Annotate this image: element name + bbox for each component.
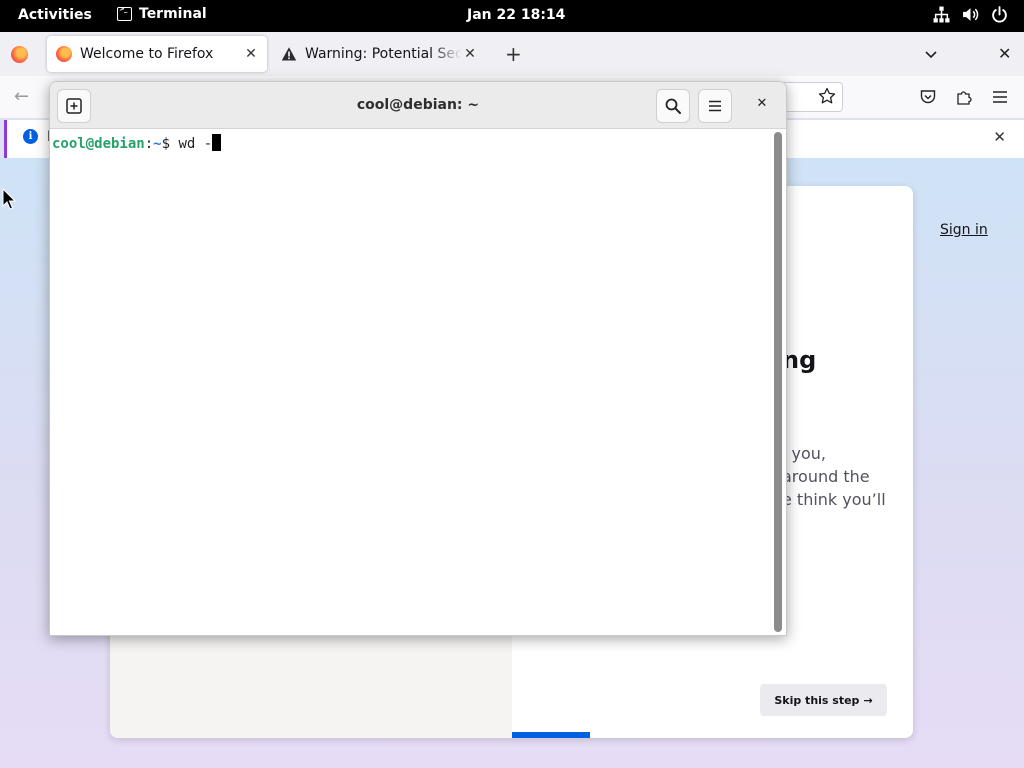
close-icon[interactable]: ✕ bbox=[750, 96, 774, 116]
prompt-symbol: $ bbox=[161, 136, 179, 152]
info-icon: i bbox=[23, 129, 38, 144]
skip-step-button[interactable]: Skip this step → bbox=[760, 684, 887, 716]
app-menu-label: Terminal bbox=[139, 6, 207, 22]
onboarding-body: l you, around the e think you’ll bbox=[782, 442, 913, 511]
body-line: e think you’ll bbox=[782, 490, 886, 509]
main-menu-button[interactable] bbox=[698, 89, 732, 123]
back-arrow-icon[interactable]: ← bbox=[14, 86, 29, 107]
sign-in-link[interactable]: Sign in bbox=[940, 222, 988, 238]
clock[interactable]: Jan 22 18:14 bbox=[467, 7, 565, 23]
volume-icon bbox=[963, 8, 979, 21]
firefox-icon bbox=[56, 46, 72, 62]
tab-bar: Welcome to Firefox ✕ Warning: Potential … bbox=[0, 32, 1024, 76]
activities-button[interactable]: Activities bbox=[18, 7, 92, 23]
tab-title: Welcome to Firefox bbox=[80, 46, 214, 62]
prompt-path: ~ bbox=[153, 136, 162, 152]
text-cursor bbox=[212, 134, 222, 151]
skip-label: Skip this step bbox=[774, 693, 860, 707]
body-line: l you, bbox=[782, 444, 827, 463]
close-window-icon[interactable]: ✕ bbox=[998, 44, 1011, 63]
tab-warning[interactable]: Warning: Potential Security Risk Ahead ✕ bbox=[272, 36, 486, 72]
search-icon bbox=[665, 98, 681, 114]
close-tab-icon[interactable]: ✕ bbox=[243, 46, 259, 62]
progress-indicator bbox=[512, 732, 590, 738]
mouse-pointer-icon bbox=[2, 188, 16, 210]
terminal-app-icon bbox=[117, 5, 132, 21]
search-button[interactable] bbox=[656, 89, 690, 123]
chevron-down-icon[interactable] bbox=[923, 46, 939, 62]
tab-welcome[interactable]: Welcome to Firefox ✕ bbox=[47, 36, 267, 72]
close-notification-icon[interactable]: ✕ bbox=[993, 128, 1006, 146]
app-menu[interactable]: Terminal bbox=[117, 5, 207, 22]
bookmark-star-icon[interactable] bbox=[818, 87, 836, 105]
terminal-output[interactable]: cool@debian:~$ wd - bbox=[50, 130, 772, 635]
extensions-icon[interactable] bbox=[955, 88, 973, 106]
power-icon bbox=[992, 6, 1007, 23]
gnome-top-bar: Activities Terminal Jan 22 18:14 bbox=[0, 0, 1024, 32]
prompt-separator: : bbox=[144, 136, 154, 152]
onboarding-heading: ng bbox=[782, 346, 817, 374]
warning-icon bbox=[281, 47, 297, 61]
terminal-headerbar[interactable]: cool@debian: ~ ✕ bbox=[50, 82, 786, 129]
prompt-user: cool@debian bbox=[52, 136, 145, 152]
close-tab-icon[interactable]: ✕ bbox=[462, 46, 478, 62]
new-tab-icon[interactable]: + bbox=[505, 42, 522, 66]
hamburger-menu-icon bbox=[709, 100, 721, 112]
scrollbar[interactable] bbox=[774, 132, 782, 632]
terminal-window[interactable]: cool@debian: ~ ✕ cool@debian:~$ wd - bbox=[49, 81, 787, 636]
arrow-right-icon: → bbox=[863, 693, 873, 707]
hamburger-menu-icon[interactable] bbox=[991, 88, 1009, 106]
system-tray[interactable] bbox=[933, 6, 1008, 23]
pocket-icon[interactable] bbox=[919, 88, 937, 106]
command-input[interactable]: wd - bbox=[178, 136, 212, 152]
firefox-view-icon[interactable] bbox=[11, 46, 28, 63]
tab-title: Warning: Potential Security Risk Ahead bbox=[305, 46, 462, 62]
network-icon bbox=[933, 6, 950, 23]
body-line: around the bbox=[782, 467, 870, 486]
